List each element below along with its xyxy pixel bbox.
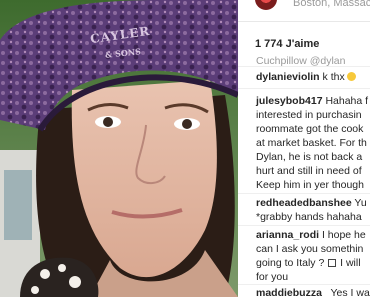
- comment-text: interested in purchasin: [256, 109, 362, 121]
- comment-text: at market basket. For th: [256, 137, 367, 149]
- divider: [238, 193, 370, 194]
- comment-line: Keep him in yer though: [256, 179, 364, 191]
- selfie-image: [0, 0, 238, 297]
- comment-text: *grabby hands hahaha: [256, 211, 362, 223]
- comment-item: dylanieviolin k thx: [256, 71, 356, 83]
- comment-line: roommate got the cook: [256, 123, 363, 135]
- comment-item: julesybob417 Hahaha f: [256, 95, 368, 107]
- comment-text: Hahaha f: [322, 95, 369, 107]
- comment-text: roommate got the cook: [256, 123, 364, 135]
- post-side-panel: Boston, Massac 1 774 J'aime Cuchpillow @…: [238, 0, 370, 297]
- comment-text: going to Italy ?: [256, 257, 328, 269]
- comment-text: k thx: [319, 71, 345, 83]
- comment-line: can I ask you somethin: [256, 243, 363, 255]
- comment-username[interactable]: maddiebuzza_: [256, 287, 328, 297]
- comment-line: interested in purchasin: [256, 109, 362, 121]
- comment-list: Cuchpillow @dylan dylanieviolin k thx ju…: [238, 0, 370, 297]
- divider: [238, 88, 370, 89]
- comment-text: Keep him in yer though: [256, 179, 364, 191]
- comment-text: I will: [337, 257, 361, 269]
- divider: [238, 66, 370, 67]
- comment-text: Yes I wa: [327, 287, 370, 297]
- divider: [238, 225, 370, 226]
- comment-line: at market basket. For th: [256, 137, 367, 149]
- comment-text: Dylan, he is not back a: [256, 151, 363, 163]
- emoji-box-icon: [328, 259, 337, 267]
- comment-username[interactable]: redheadedbanshee: [256, 197, 352, 209]
- comment-username[interactable]: dylanieviolin: [256, 71, 320, 83]
- comment-text: I hope he: [319, 229, 366, 241]
- comment-text: for you: [256, 271, 289, 283]
- comment-line: *grabby hands hahaha: [256, 211, 362, 223]
- comment-username[interactable]: julesybob417: [256, 95, 323, 107]
- smile-emoji-icon: [346, 72, 356, 81]
- comment-line: going to Italy ? I will: [256, 257, 361, 269]
- comment-text: Yu: [351, 197, 367, 209]
- comment-text: hurt and still in need of: [256, 165, 362, 177]
- comment-username[interactable]: arianna_rodi: [256, 229, 319, 241]
- comment-item: redheadedbanshee Yu: [256, 197, 367, 209]
- divider: [238, 284, 370, 285]
- comment-line: hurt and still in need of: [256, 165, 362, 177]
- comment-item: maddiebuzza_ Yes I wa: [256, 287, 370, 297]
- comment-line: for you: [256, 271, 288, 283]
- comment-text: can I ask you somethin: [256, 243, 364, 255]
- comment-item: arianna_rodi I hope he: [256, 229, 366, 241]
- post-photo[interactable]: CAYLER & SONS: [0, 0, 238, 297]
- comment-line: Dylan, he is not back a: [256, 151, 362, 163]
